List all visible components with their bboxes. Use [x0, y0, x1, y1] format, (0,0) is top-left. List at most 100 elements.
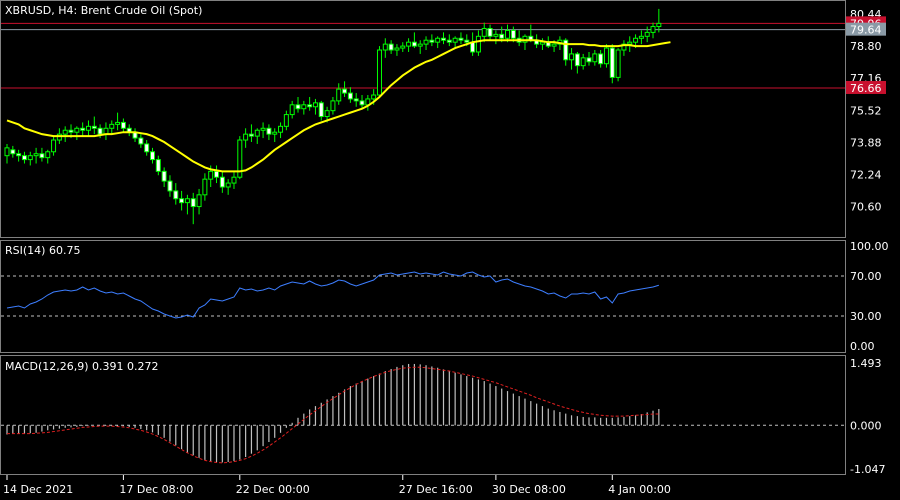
- candle-body: [318, 102, 324, 118]
- candle-body: [97, 127, 103, 135]
- candle-body: [644, 31, 650, 37]
- candle-body: [278, 125, 284, 133]
- candle-body: [39, 153, 45, 159]
- candle-body: [4, 147, 10, 157]
- candle-body: [493, 33, 499, 37]
- candle-body: [580, 57, 586, 67]
- candle-body: [539, 41, 545, 45]
- candle-body: [452, 37, 458, 43]
- candle-body: [150, 151, 155, 161]
- candle-body: [603, 47, 609, 65]
- candle-body: [21, 155, 27, 161]
- time-axis-label: 14 Dec 2021: [3, 483, 73, 496]
- candle-body: [179, 198, 185, 204]
- candle-body: [184, 198, 190, 204]
- candle-body: [627, 41, 633, 45]
- candle-body: [173, 190, 179, 200]
- candle-body: [272, 131, 278, 135]
- candle-body: [458, 37, 464, 41]
- candle-body: [91, 125, 97, 129]
- candle-body: [45, 151, 51, 159]
- candle-body: [615, 49, 621, 78]
- rsi-axis-tick-label: 0.00: [850, 340, 875, 353]
- candle-body: [656, 22, 662, 28]
- candle-body: [551, 43, 557, 47]
- price-axis-tick-label: 72.24: [850, 168, 882, 181]
- candle-body: [27, 155, 33, 161]
- candle-body: [155, 159, 161, 172]
- candle-body: [62, 129, 68, 135]
- chart-canvas[interactable]: 80.4478.8077.1675.5273.8872.2470.6079.96…: [0, 0, 900, 500]
- candle-body: [400, 45, 406, 49]
- candle-body: [499, 33, 505, 39]
- candle-body: [138, 137, 144, 145]
- candle-body: [411, 41, 417, 47]
- candle-body: [417, 43, 423, 47]
- candle-body: [109, 123, 115, 129]
- time-axis-label: 4 Jan 00:00: [608, 483, 671, 496]
- candle-body: [85, 125, 91, 131]
- candle-body: [371, 94, 377, 100]
- candle-body: [289, 104, 295, 116]
- candle-body: [202, 178, 208, 196]
- candle-body: [353, 98, 359, 102]
- macd-axis-tick-label: -1.047: [850, 463, 885, 476]
- candle-body: [33, 153, 39, 157]
- candle-body: [441, 37, 446, 41]
- candle-body: [376, 49, 382, 96]
- price-axis-tick-label: 75.52: [850, 104, 882, 117]
- candle-body: [638, 35, 644, 39]
- candle-body: [243, 133, 249, 141]
- candle-body: [569, 53, 575, 61]
- candle-body: [475, 35, 481, 53]
- candle-body: [254, 129, 260, 137]
- candle-body: [423, 39, 429, 45]
- candle-body: [248, 133, 254, 137]
- macd-axis-tick-label: 0.000: [850, 419, 882, 432]
- candle-body: [481, 27, 487, 37]
- candle-body: [598, 53, 604, 65]
- candle-body: [359, 100, 365, 106]
- candle-body: [650, 26, 656, 33]
- candle-body: [301, 104, 307, 110]
- candle-body: [609, 47, 615, 78]
- candle-body: [120, 121, 126, 129]
- candle-body: [487, 27, 493, 37]
- candle-body: [330, 100, 336, 112]
- candle-body: [429, 39, 435, 43]
- candle-body: [633, 37, 639, 43]
- timeframe-label: H4: [58, 4, 73, 17]
- candle-body: [388, 43, 394, 51]
- candle-body: [167, 180, 173, 192]
- candle-body: [406, 41, 412, 47]
- candle-body: [231, 176, 237, 184]
- rsi-axis-tick-label: 100.00: [850, 240, 889, 253]
- candle-body: [266, 127, 272, 135]
- candle-body: [10, 149, 16, 155]
- rsi-axis-tick-label: 30.00: [850, 310, 882, 323]
- candle-body: [510, 29, 516, 39]
- candle-body: [225, 182, 231, 188]
- price-tag-label: 76.66: [850, 82, 882, 95]
- symbol-label: XBRUSD: [5, 4, 51, 17]
- candle-body: [283, 114, 289, 127]
- candle-body: [51, 139, 57, 153]
- instrument-description: Brent Crude Oil (Spot): [81, 4, 203, 17]
- candle-body: [312, 102, 318, 108]
- candle-body: [260, 127, 266, 131]
- rsi-axis-tick-label: 70.00: [850, 270, 882, 283]
- time-axis-label: 30 Dec 08:00: [492, 483, 566, 496]
- candle-body: [586, 57, 592, 63]
- macd-axis-tick-label: 1.493: [850, 357, 882, 370]
- time-axis-label: 17 Dec 08:00: [119, 483, 193, 496]
- price-tag-label: 79.64: [850, 24, 882, 37]
- candle-body: [336, 88, 342, 102]
- candle-body: [214, 170, 220, 178]
- candle-body: [446, 39, 452, 43]
- candle-body: [196, 194, 202, 208]
- candle-body: [435, 37, 441, 43]
- price-axis-tick-label: 73.88: [850, 136, 882, 149]
- candle-body: [74, 127, 80, 133]
- candle-body: [295, 104, 301, 110]
- candle-body: [190, 198, 196, 208]
